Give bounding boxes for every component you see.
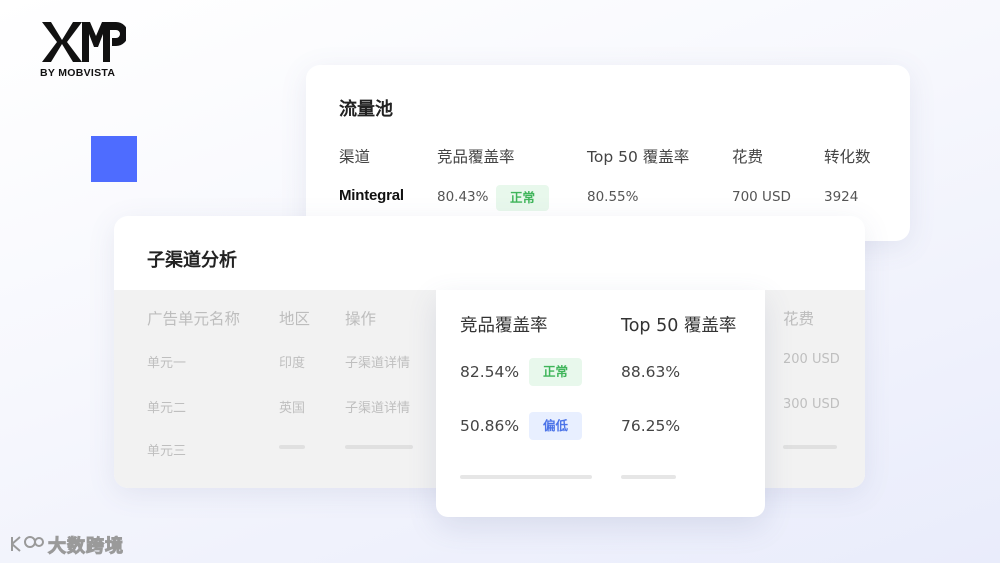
sub-channel-detail-link[interactable]: 子渠道详情 [345, 397, 410, 416]
placeholder-bar [621, 475, 676, 479]
cost-value: 700 USD [732, 189, 791, 205]
mintegral-logo: Mintegral [339, 187, 404, 204]
xmp-logo-mark [42, 22, 126, 62]
top50-coverage-value: 88.63% [621, 363, 681, 381]
traffic-pool-title: 流量池 [339, 99, 393, 120]
status-badge: 正常 [496, 185, 550, 211]
column-header-channel: 渠道 [339, 148, 371, 166]
column-header-competitor-coverage: 竞品覆盖率 [437, 148, 515, 166]
conversions-value: 3924 [824, 189, 859, 205]
column-header-top50-coverage: Top 50 覆盖率 [587, 148, 690, 166]
cost-value: 300 USD [783, 397, 840, 412]
coverage-detail-popup: 竞品覆盖率 Top 50 覆盖率 82.54% 正常 88.63% 50.86%… [436, 290, 765, 517]
column-header-conversions: 转化数 [824, 148, 871, 166]
traffic-pool-card: 流量池 渠道 竞品覆盖率 Top 50 覆盖率 花费 转化数 Mintegral… [306, 65, 910, 241]
sub-channel-detail-link[interactable]: 子渠道详情 [345, 352, 410, 371]
column-header-ad-unit-name: 广告单元名称 [147, 310, 241, 328]
cost-value: 200 USD [783, 352, 840, 367]
column-header-top50-coverage: Top 50 覆盖率 [621, 316, 737, 336]
ad-unit-name: 单元二 [147, 401, 187, 416]
status-badge: 偏低 [529, 412, 583, 440]
column-header-region: 地区 [279, 310, 311, 328]
watermark: 大数跨境 [8, 532, 124, 558]
decorative-square [91, 136, 137, 182]
top50-coverage-value: 76.25% [621, 417, 681, 435]
status-badge: 正常 [529, 358, 583, 386]
sub-channel-analysis-title: 子渠道分析 [147, 250, 237, 271]
competitor-coverage-value: 50.86% [460, 417, 520, 435]
watermark-text: 大数跨境 [48, 536, 124, 558]
competitor-coverage-value: 82.54% [460, 363, 520, 381]
xmp-logo: BY MOBVISTA [40, 20, 130, 79]
column-header-cost: 花费 [783, 310, 815, 328]
top50-coverage-value: 80.55% [587, 189, 639, 205]
watermark-logo-icon [11, 536, 44, 552]
placeholder-bar [783, 445, 837, 449]
placeholder-bar [345, 445, 413, 449]
competitor-coverage-value: 80.43% [437, 189, 489, 205]
placeholder-bar [279, 445, 305, 449]
column-header-cost: 花费 [732, 148, 764, 166]
region-value: 印度 [279, 356, 306, 371]
logo-subtitle: BY MOBVISTA [40, 67, 116, 79]
placeholder-bar [460, 475, 592, 479]
column-header-competitor-coverage: 竞品覆盖率 [460, 316, 548, 336]
ad-unit-name: 单元三 [147, 444, 187, 459]
column-header-action: 操作 [345, 310, 377, 328]
ad-unit-name: 单元一 [147, 356, 187, 371]
region-value: 英国 [279, 401, 306, 416]
